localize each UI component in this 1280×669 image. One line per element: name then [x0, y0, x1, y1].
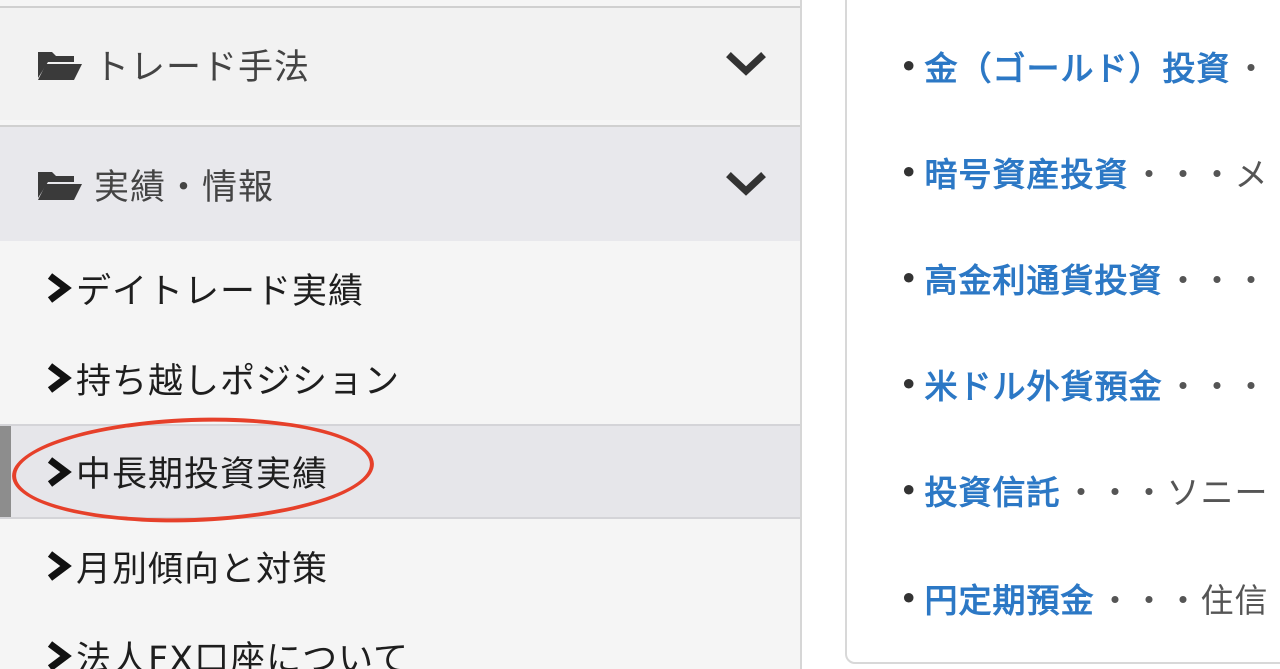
link-description: ・・・ソニー	[1064, 473, 1269, 512]
chevron-right-icon	[47, 363, 72, 393]
bullet: •	[899, 152, 919, 192]
chevron-right-icon	[47, 641, 72, 669]
investment-links-panel: • 金（ゴールド）投資 ・ • 暗号資産投資 ・・・メ • 高金利通貨投資 ・・…	[845, 0, 1280, 664]
chevron-right-icon	[47, 456, 72, 487]
list-item: • 金（ゴールド）投資 ・	[899, 42, 1268, 90]
chevron-down-icon[interactable]	[726, 49, 766, 79]
sidebar-item-monthly-trends[interactable]: 月別傾向と対策	[0, 520, 800, 612]
section-label: 実績・情報	[94, 167, 275, 208]
list-item: • 円定期預金 ・・・住信	[899, 574, 1268, 622]
bullet: •	[899, 46, 919, 86]
folder-open-icon	[38, 172, 82, 200]
section-header-trade-method[interactable]: トレード手法	[0, 6, 800, 120]
folder-open-icon	[38, 52, 82, 80]
sidebar-item-carryover-positions[interactable]: 持ち越しポジション	[0, 332, 800, 424]
list-item: • 米ドル外貨預金 ・・・	[899, 360, 1268, 408]
chevron-right-icon	[47, 273, 72, 303]
sidebar-menu: トレード手法 実績・情報 デイトレード実績 持ち越しポジション 中長期投資実績 …	[0, 0, 802, 669]
sidebar-item-midlong-investment[interactable]: 中長期投資実績	[0, 424, 800, 519]
bullet: •	[899, 364, 919, 404]
sidebar-item-label: 持ち越しポジション	[76, 361, 401, 402]
list-item: • 暗号資産投資 ・・・メ	[899, 148, 1268, 196]
sidebar-item-daytrade-results[interactable]: デイトレード実績	[0, 242, 800, 334]
sidebar-item-label: 中長期投資実績	[76, 455, 329, 495]
list-item: • 投資信託 ・・・ソニー	[899, 466, 1268, 514]
sidebar-item-label: 法人FX口座について	[76, 639, 410, 669]
active-indicator	[0, 426, 11, 517]
chevron-down-icon[interactable]	[726, 169, 766, 199]
link-description: ・	[1234, 49, 1269, 88]
section-header-results-info[interactable]: 実績・情報	[0, 125, 800, 241]
sidebar-item-label: デイトレード実績	[76, 271, 365, 312]
link-description: ・・・住信	[1098, 581, 1269, 620]
list-item: • 高金利通貨投資 ・・・	[899, 254, 1268, 302]
link-high-interest-currency[interactable]: 高金利通貨投資	[924, 254, 1162, 302]
chevron-right-icon	[47, 551, 72, 581]
link-description: ・・・	[1166, 367, 1269, 406]
bullet: •	[899, 258, 919, 298]
section-label: トレード手法	[94, 47, 311, 88]
bullet: •	[899, 578, 919, 618]
link-yen-time-deposit[interactable]: 円定期預金	[924, 574, 1094, 622]
link-description: ・・・	[1166, 261, 1269, 300]
sidebar-item-corporate-fx[interactable]: 法人FX口座について	[0, 610, 800, 669]
bullet: •	[899, 470, 919, 510]
sidebar-item-label: 月別傾向と対策	[76, 549, 329, 590]
link-gold-investment[interactable]: 金（ゴールド）投資	[924, 42, 1230, 90]
link-description: ・・・メ	[1132, 155, 1269, 194]
link-investment-trust[interactable]: 投資信託	[924, 466, 1060, 514]
link-crypto-investment[interactable]: 暗号資産投資	[924, 148, 1128, 196]
link-usd-foreign-deposit[interactable]: 米ドル外貨預金	[924, 360, 1162, 408]
